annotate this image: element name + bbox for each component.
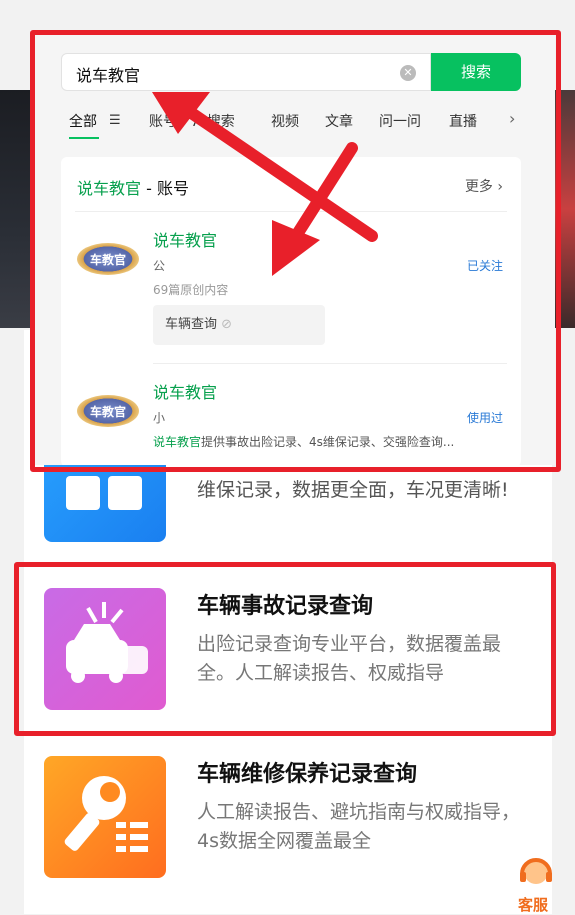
annotation-arrows bbox=[152, 92, 378, 276]
